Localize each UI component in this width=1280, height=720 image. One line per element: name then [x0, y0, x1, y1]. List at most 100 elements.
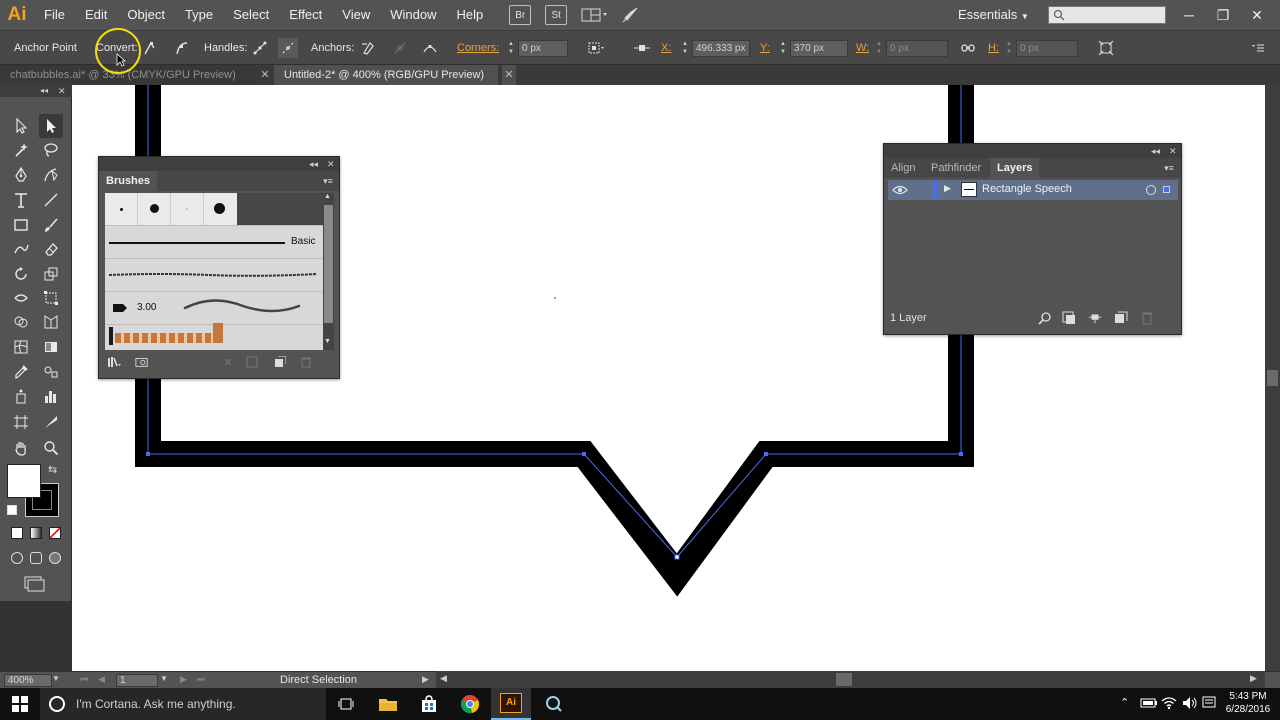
anchor-point[interactable]	[959, 452, 963, 456]
y-label[interactable]: Y:	[760, 31, 770, 65]
charcoal-brush-row[interactable]	[105, 258, 323, 291]
screen-recorder-icon[interactable]	[534, 688, 574, 720]
create-new-layer-icon[interactable]	[1114, 311, 1128, 325]
menu-edit[interactable]: Edit	[75, 0, 117, 30]
y-stepper-icon[interactable]: ▲ ▼	[778, 40, 788, 57]
arrange-documents-icon[interactable]	[579, 5, 611, 25]
status-menu-icon[interactable]: ▶	[422, 674, 429, 685]
scroll-right-icon[interactable]: ▶	[1250, 673, 1257, 684]
calligraphic-brush-swatch[interactable]	[105, 193, 138, 225]
collapse-icon[interactable]: ◂◂	[40, 85, 48, 97]
x-position-input[interactable]: 496.333 px	[692, 40, 750, 57]
symbol-sprayer-tool-icon[interactable]	[9, 384, 33, 408]
illustrator-taskbar-icon[interactable]: Ai	[491, 688, 531, 720]
none-mode-icon[interactable]	[49, 527, 61, 539]
task-view-icon[interactable]	[326, 688, 366, 720]
constrain-proportions-icon[interactable]	[958, 38, 978, 58]
brushes-scroll-thumb[interactable]	[324, 205, 333, 323]
reference-point-icon[interactable]	[632, 38, 652, 58]
curvature-tool-icon[interactable]	[39, 163, 63, 187]
convert-to-smooth-icon[interactable]	[172, 38, 192, 58]
x-stepper-icon[interactable]: ▲ ▼	[680, 40, 690, 57]
corners-label[interactable]: Corners:	[457, 31, 499, 65]
corners-stepper-icon[interactable]: ▲ ▼	[506, 40, 516, 57]
scroll-down-icon[interactable]: ▼	[324, 338, 331, 345]
control-panel-menu-icon[interactable]	[1248, 38, 1268, 58]
close-icon[interactable]: ✕	[327, 157, 335, 171]
remove-anchor-icon[interactable]	[358, 38, 378, 58]
vertical-scrollbar[interactable]	[1265, 85, 1280, 671]
current-tool-status[interactable]: Direct Selection	[280, 674, 357, 686]
draw-normal-icon[interactable]	[11, 552, 23, 564]
cortana-search-input[interactable]: I'm Cortana. Ask me anything.	[40, 688, 326, 720]
calligraphic-brush-swatch[interactable]	[138, 193, 171, 225]
zoom-dropdown-icon[interactable]: ▼	[52, 674, 60, 683]
collapse-icon[interactable]: ◂◂	[309, 157, 318, 171]
color-mode-icon[interactable]	[11, 527, 23, 539]
fill-swatch[interactable]	[7, 464, 41, 498]
mesh-tool-icon[interactable]	[9, 335, 33, 359]
store-icon[interactable]	[409, 688, 449, 720]
direct-selection-tool-icon[interactable]	[39, 114, 63, 138]
anchor-point[interactable]	[582, 452, 586, 456]
tools-panel-header[interactable]: ◂◂ ✕	[0, 85, 72, 97]
swap-fill-stroke-icon[interactable]: ⇆	[48, 463, 57, 476]
selection-indicator-icon[interactable]	[1163, 186, 1170, 193]
new-brush-icon[interactable]	[273, 355, 287, 369]
tab-pathfinder[interactable]: Pathfinder	[924, 158, 988, 178]
show-hidden-icons-icon[interactable]: ⌃	[1120, 696, 1129, 709]
shaper-tool-icon[interactable]	[9, 237, 33, 261]
draw-behind-icon[interactable]	[30, 552, 42, 564]
scale-tool-icon[interactable]	[39, 262, 63, 286]
shape-builder-tool-icon[interactable]	[9, 310, 33, 334]
menu-help[interactable]: Help	[446, 0, 493, 30]
menu-select[interactable]: Select	[223, 0, 279, 30]
gpu-performance-icon[interactable]	[619, 4, 641, 26]
panel-titlebar[interactable]: ◂◂ ✕	[99, 157, 339, 171]
volume-icon[interactable]	[1182, 696, 1198, 713]
stock-button[interactable]: St	[545, 5, 568, 25]
windows-start-icon[interactable]	[0, 688, 40, 720]
hand-tool-icon[interactable]	[9, 436, 33, 460]
expand-layer-icon[interactable]: ▶	[944, 183, 951, 194]
libraries-panel-icon[interactable]	[135, 355, 149, 369]
tab-layers[interactable]: Layers	[990, 158, 1040, 178]
type-tool-icon[interactable]	[9, 188, 33, 212]
scroll-up-icon[interactable]: ▲	[324, 193, 331, 200]
eraser-tool-icon[interactable]	[39, 237, 63, 261]
layer-row[interactable]: ▶ Rectangle Speech	[888, 180, 1178, 200]
artboard-number-field[interactable]: 1	[116, 674, 158, 687]
gradient-tool-icon[interactable]	[39, 335, 63, 359]
restore-button[interactable]: ❐	[1206, 0, 1240, 30]
anchor-point[interactable]	[146, 452, 150, 456]
align-to-icon[interactable]	[586, 38, 606, 58]
tab-brushes[interactable]: Brushes	[99, 171, 158, 191]
art-brush-row[interactable]: 3.00	[105, 291, 323, 324]
layer-name[interactable]: Rectangle Speech	[982, 183, 1072, 195]
paintbrush-tool-icon[interactable]	[39, 213, 63, 237]
scroll-left-icon[interactable]: ◀	[440, 673, 447, 684]
line-segment-tool-icon[interactable]	[39, 188, 63, 212]
panel-titlebar[interactable]: ◂◂ ✕	[884, 144, 1181, 158]
free-transform-tool-icon[interactable]	[39, 286, 63, 310]
pen-tool-icon[interactable]	[9, 163, 33, 187]
width-tool-icon[interactable]	[9, 286, 33, 310]
cut-path-icon[interactable]	[420, 38, 440, 58]
blend-tool-icon[interactable]	[39, 360, 63, 384]
x-label[interactable]: X:	[661, 31, 671, 65]
menu-object[interactable]: Object	[117, 0, 175, 30]
wifi-icon[interactable]	[1161, 696, 1177, 713]
zoom-level-field[interactable]: 400%	[4, 674, 52, 687]
artboard-tool-icon[interactable]	[9, 410, 33, 434]
system-clock[interactable]: 5:43 PM 6/28/2016	[1220, 690, 1276, 718]
default-fill-stroke-icon[interactable]	[7, 505, 17, 515]
brushes-list[interactable]: Basic 3.00	[105, 193, 323, 350]
close-icon[interactable]: ✕	[58, 85, 66, 97]
tab-untitled-2[interactable]: Untitled-2* @ 400% (RGB/GPU Preview)	[274, 65, 498, 85]
basic-brush-row[interactable]: Basic	[105, 225, 323, 258]
close-tab-icon[interactable]: ✕	[502, 65, 516, 85]
selection-tool-icon[interactable]	[9, 114, 33, 138]
vertical-scroll-thumb[interactable]	[1267, 370, 1278, 386]
transform-icon[interactable]	[1096, 38, 1116, 58]
anchor-point[interactable]	[674, 554, 680, 560]
